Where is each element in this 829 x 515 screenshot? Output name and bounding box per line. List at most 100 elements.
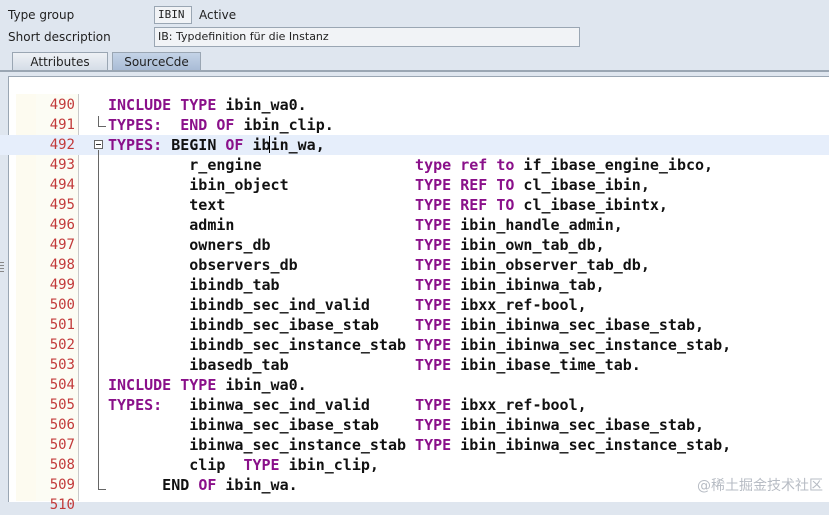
- keyword-token: REF: [460, 176, 497, 194]
- code-line[interactable]: 504 INCLUDE TYPE ibin_wa0.: [0, 375, 829, 395]
- code-lines[interactable]: 490 INCLUDE TYPE ibin_wa0. 491 TYPES: END O…: [0, 95, 829, 515]
- code-line[interactable]: 499 ibindb_tab TYPE ibin_ibinwa_tab,: [0, 275, 829, 295]
- code-line[interactable]: 507 ibinwa_sec_instance_stab TYPE ibin_i…: [0, 435, 829, 455]
- keyword-token: ref: [460, 156, 497, 174]
- code-text: INCLUDE TYPE ibin_wa0.: [108, 375, 307, 395]
- code-text: text TYPE REF TO cl_ibase_ibintx,: [108, 195, 668, 215]
- code-token: ibin_ibinwa_sec_instance_stab,: [460, 436, 732, 454]
- code-text: ibindb_sec_instance_stab TYPE ibin_ibinw…: [108, 335, 731, 355]
- code-line[interactable]: 497 owners_db TYPE ibin_own_tab_db,: [0, 235, 829, 255]
- code-token: text: [108, 196, 416, 214]
- code-text: INCLUDE TYPE ibin_wa0.: [108, 95, 307, 115]
- keyword-token: OF: [198, 476, 226, 494]
- code-token: ibasedb_tab: [108, 356, 416, 374]
- keyword-token: TYPE: [415, 396, 461, 414]
- keyword-token: TYPE: [180, 376, 226, 394]
- line-number: 504: [49, 377, 75, 393]
- line-number: 507: [49, 437, 75, 453]
- code-token: ibin_ibase_time_tab.: [460, 356, 641, 374]
- code-token: ibxx_ref-bool,: [460, 296, 587, 314]
- keyword-token: OF: [216, 116, 244, 134]
- code-token: if_ibase_engine_ibco,: [523, 156, 714, 174]
- line-number: 499: [49, 277, 75, 293]
- code-line[interactable]: 505 TYPES: ibinwa_sec_ind_valid TYPE ibxx…: [0, 395, 829, 415]
- code-line[interactable]: 510: [0, 495, 829, 515]
- code-token: ibin_ibinwa_sec_ibase_stab,: [460, 416, 705, 434]
- code-text: observers_db TYPE ibin_observer_tab_db,: [108, 255, 650, 275]
- keyword-token: END: [180, 116, 217, 134]
- code-token: ibinwa_sec_ibase_stab: [108, 416, 416, 434]
- code-text: ibin_object TYPE REF TO cl_ibase_ibin,: [108, 175, 650, 195]
- code-line[interactable]: 508 clip TYPE ibin_clip,: [0, 455, 829, 475]
- tab-attributes[interactable]: Attributes: [12, 52, 108, 70]
- code-text: ibinwa_sec_ibase_stab TYPE ibin_ibinwa_s…: [108, 415, 704, 435]
- code-token: ibinwa_sec_instance_stab: [108, 436, 416, 454]
- line-number: 490: [49, 97, 75, 113]
- code-line[interactable]: 500 ibindb_sec_ind_valid TYPE ibxx_ref-b…: [0, 295, 829, 315]
- keyword-token: TYPES:: [108, 136, 172, 154]
- code-token: owners_db: [108, 236, 416, 254]
- line-number: 493: [49, 157, 75, 173]
- line-number: 491: [49, 117, 75, 133]
- code-token: ibin_ibinwa_tab,: [460, 276, 605, 294]
- keyword-token: TYPE: [415, 316, 461, 334]
- code-line[interactable]: 494 ibin_object TYPE REF TO cl_ibase_ibi…: [0, 175, 829, 195]
- keyword-token: TYPE: [243, 456, 289, 474]
- code-line[interactable]: 506 ibinwa_sec_ibase_stab TYPE ibin_ibin…: [0, 415, 829, 435]
- code-line[interactable]: 492 TYPES: BEGIN OF ibin_wa,: [0, 135, 829, 155]
- code-line[interactable]: 501 ibindb_sec_ibase_stab TYPE ibin_ibin…: [0, 315, 829, 335]
- code-text: TYPES: END OF ibin_clip.: [108, 115, 334, 135]
- code-token: ibxx_ref-bool,: [460, 396, 587, 414]
- keyword-token: type: [415, 156, 461, 174]
- code-token: END: [108, 476, 199, 494]
- short-description-field[interactable]: IB: Typdefinition für die Instanz: [154, 27, 580, 47]
- tab-sourcecode[interactable]: SourceCde: [112, 52, 201, 70]
- code-token: cl_ibase_ibintx,: [523, 196, 668, 214]
- code-line[interactable]: 496 admin TYPE ibin_handle_admin,: [0, 215, 829, 235]
- code-line[interactable]: 490 INCLUDE TYPE ibin_wa0.: [0, 95, 829, 115]
- keyword-token: TYPE: [415, 336, 461, 354]
- line-number: 502: [49, 337, 75, 353]
- code-line[interactable]: 503 ibasedb_tab TYPE ibin_ibase_time_tab…: [0, 355, 829, 375]
- code-text: TYPES: BEGIN OF ibin_wa,: [108, 135, 325, 155]
- line-number: 495: [49, 197, 75, 213]
- code-token: ibindb_sec_instance_stab: [108, 336, 416, 354]
- status-label: Active: [199, 8, 237, 22]
- keyword-token: TYPE: [415, 256, 461, 274]
- code-token: ibin_wa,: [252, 136, 325, 154]
- watermark: @稀土掘金技术社区: [697, 478, 823, 494]
- outline-tree-line: [98, 116, 99, 126]
- line-number: 497: [49, 237, 75, 253]
- line-number: 501: [49, 317, 75, 333]
- code-text: TYPES: ibinwa_sec_ind_valid TYPE ibxx_re…: [108, 395, 587, 415]
- code-line[interactable]: 493 r_engine type ref to if_ibase_engine…: [0, 155, 829, 175]
- collapse-toggle-icon[interactable]: [94, 140, 103, 149]
- keyword-token: REF: [460, 196, 497, 214]
- keyword-token: INCLUDE: [108, 96, 181, 114]
- type-group-field[interactable]: IBIN: [154, 6, 192, 24]
- line-number: 510: [49, 497, 75, 513]
- code-text: admin TYPE ibin_handle_admin,: [108, 215, 623, 235]
- type-group-label: Type group: [8, 8, 75, 22]
- outline-tree-branch: [98, 489, 106, 490]
- code-line[interactable]: 498 observers_db TYPE ibin_observer_tab_…: [0, 255, 829, 275]
- code-text: ibasedb_tab TYPE ibin_ibase_time_tab.: [108, 355, 641, 375]
- code-line[interactable]: 495 text TYPE REF TO cl_ibase_ibintx,: [0, 195, 829, 215]
- keyword-token: TO: [496, 176, 524, 194]
- keyword-token: INCLUDE: [108, 376, 181, 394]
- line-number: 505: [49, 397, 75, 413]
- code-token: cl_ibase_ibin,: [523, 176, 650, 194]
- code-text: owners_db TYPE ibin_own_tab_db,: [108, 235, 604, 255]
- outline-tree-line: [98, 150, 99, 490]
- code-token: clip: [108, 456, 244, 474]
- line-number: 508: [49, 457, 75, 473]
- code-token: ibindb_tab: [108, 276, 416, 294]
- code-token: ibin_wa0.: [225, 376, 307, 394]
- code-token: ibindb_sec_ind_valid: [108, 296, 416, 314]
- splitter-handle[interactable]: [0, 262, 4, 274]
- code-line[interactable]: 491 TYPES: END OF ibin_clip.: [0, 115, 829, 135]
- code-line[interactable]: 502 ibindb_sec_instance_stab TYPE ibin_i…: [0, 335, 829, 355]
- keyword-token: TYPE: [415, 236, 461, 254]
- code-token: ibindb_sec_ibase_stab: [108, 316, 416, 334]
- keyword-token: TYPE: [415, 296, 461, 314]
